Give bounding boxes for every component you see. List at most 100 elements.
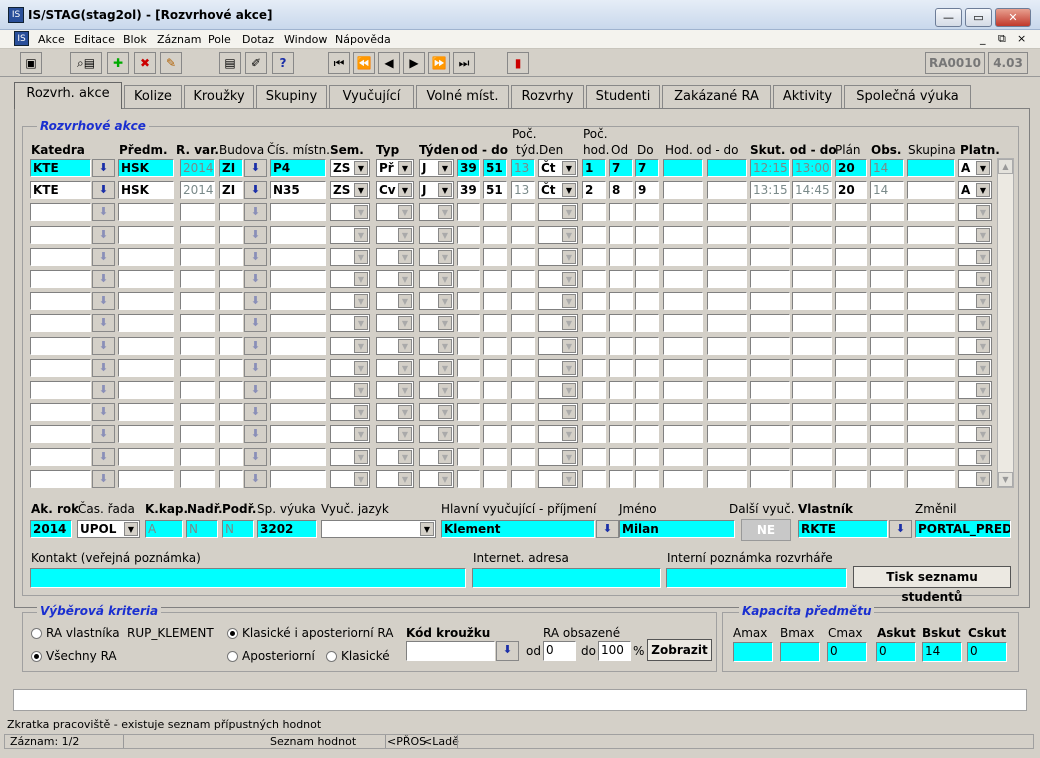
grid-cell-od[interactable] bbox=[457, 403, 480, 421]
grid-cell-hod_do[interactable] bbox=[707, 448, 747, 466]
grid-cell-do[interactable] bbox=[483, 448, 507, 466]
grid-select-tyden[interactable]: ▼ bbox=[419, 425, 454, 443]
grid-cell-poc_hod[interactable] bbox=[582, 203, 606, 221]
nadr-field[interactable]: N bbox=[186, 520, 218, 538]
grid-select-tyden[interactable]: ▼ bbox=[419, 292, 454, 310]
grid-select-sem[interactable]: ▼ bbox=[330, 292, 370, 310]
grid-cell-od[interactable] bbox=[457, 203, 480, 221]
menu-blok[interactable]: Blok bbox=[123, 33, 147, 46]
grid-cell-do[interactable] bbox=[483, 203, 507, 221]
grid-cell-h_od[interactable] bbox=[609, 248, 633, 266]
grid-cell-budova[interactable] bbox=[219, 292, 243, 310]
grid-cell-plan[interactable] bbox=[835, 226, 867, 244]
chevron-down-icon[interactable]: ▼ bbox=[438, 294, 452, 308]
grid-cell-budova[interactable] bbox=[219, 403, 243, 421]
grid-select-sem[interactable]: ▼ bbox=[330, 425, 370, 443]
grid-cell-mistn[interactable] bbox=[270, 381, 326, 399]
grid-cell-skut_do[interactable] bbox=[792, 314, 832, 332]
chevron-down-icon[interactable]: ▼ bbox=[438, 228, 452, 242]
grid-select-platn[interactable]: ▼ bbox=[958, 337, 992, 355]
chevron-down-icon[interactable]: ▼ bbox=[354, 427, 368, 441]
chevron-down-icon[interactable]: ▼ bbox=[562, 427, 576, 441]
kod-krouzku-field[interactable] bbox=[406, 641, 495, 661]
grid-cell-do[interactable] bbox=[483, 403, 507, 421]
grid-cell-katedra[interactable] bbox=[30, 314, 91, 332]
grid-cell-do[interactable] bbox=[483, 314, 507, 332]
lov-arrow-icon[interactable]: ⬇ bbox=[244, 292, 267, 310]
grid-cell-mistn[interactable] bbox=[270, 248, 326, 266]
grid-select-den[interactable]: ▼ bbox=[538, 425, 578, 443]
bmax-field[interactable] bbox=[780, 642, 820, 662]
next-block-icon[interactable]: ⏩ bbox=[428, 52, 450, 74]
lov-arrow-icon[interactable]: ⬇ bbox=[244, 403, 267, 421]
minimize-icon[interactable]: — bbox=[935, 8, 962, 27]
grid-cell-budova[interactable] bbox=[219, 381, 243, 399]
grid-cell-skut_do[interactable] bbox=[792, 425, 832, 443]
grid-cell-od[interactable] bbox=[457, 314, 480, 332]
grid-cell-skut_do[interactable] bbox=[792, 270, 832, 288]
chevron-down-icon[interactable]: ▼ bbox=[398, 228, 412, 242]
grid-cell-predm[interactable]: HSK bbox=[118, 159, 174, 177]
grid-cell-budova[interactable]: ZI bbox=[219, 181, 243, 199]
grid-cell-budova[interactable] bbox=[219, 359, 243, 377]
chevron-down-icon[interactable]: ▼ bbox=[398, 472, 412, 486]
grid-cell-plan[interactable] bbox=[835, 425, 867, 443]
grid-cell-mistn[interactable] bbox=[270, 270, 326, 288]
grid-cell-skupina[interactable] bbox=[907, 359, 955, 377]
grid-cell-plan[interactable]: 20 bbox=[835, 159, 867, 177]
grid-cell-plan[interactable] bbox=[835, 448, 867, 466]
grid-select-tyden[interactable]: ▼ bbox=[419, 248, 454, 266]
grid-cell-plan[interactable] bbox=[835, 470, 867, 488]
chevron-down-icon[interactable]: ▼ bbox=[438, 405, 452, 419]
grid-cell-rvar[interactable] bbox=[180, 470, 215, 488]
grid-cell-do[interactable] bbox=[483, 359, 507, 377]
menu-dotaz[interactable]: Dotaz bbox=[242, 33, 274, 46]
grid-cell-do[interactable] bbox=[483, 270, 507, 288]
grid-select-tyden[interactable]: ▼ bbox=[419, 381, 454, 399]
grid-cell-skupina[interactable] bbox=[907, 448, 955, 466]
grid-cell-do[interactable] bbox=[483, 226, 507, 244]
grid-cell-poc_hod[interactable] bbox=[582, 470, 606, 488]
grid-cell-obs[interactable] bbox=[870, 270, 904, 288]
grid-cell-hod_do[interactable] bbox=[707, 270, 747, 288]
grid-cell-budova[interactable] bbox=[219, 248, 243, 266]
lov-arrow-icon[interactable]: ⬇ bbox=[92, 425, 115, 443]
chevron-down-icon[interactable]: ▼ bbox=[976, 450, 990, 464]
clear-icon[interactable]: ✎ bbox=[160, 52, 182, 74]
chevron-down-icon[interactable]: ▼ bbox=[562, 228, 576, 242]
grid-cell-od[interactable] bbox=[457, 270, 480, 288]
grid-select-typ[interactable]: ▼ bbox=[376, 248, 414, 266]
grid-cell-katedra[interactable] bbox=[30, 337, 91, 355]
chevron-down-icon[interactable]: ▼ bbox=[562, 450, 576, 464]
grid-cell-poc_tyd[interactable] bbox=[511, 470, 535, 488]
grid-cell-skut_do[interactable] bbox=[792, 448, 832, 466]
lov-arrow-icon[interactable]: ⬇ bbox=[92, 292, 115, 310]
delete-record-icon[interactable]: ✖ bbox=[134, 52, 156, 74]
ra-obsazene-od-field[interactable]: 0 bbox=[543, 641, 576, 661]
grid-cell-poc_tyd[interactable] bbox=[511, 425, 535, 443]
prev-block-icon[interactable]: ⏪ bbox=[353, 52, 375, 74]
grid-cell-skupina[interactable] bbox=[907, 292, 955, 310]
grid-cell-h_od[interactable] bbox=[609, 470, 633, 488]
grid-cell-mistn[interactable] bbox=[270, 403, 326, 421]
grid-cell-h_do[interactable]: 9 bbox=[635, 181, 659, 199]
grid-cell-skut_od[interactable]: 13:15 bbox=[750, 181, 790, 199]
grid-select-platn[interactable]: ▼ bbox=[958, 425, 992, 443]
grid-cell-skut_od[interactable] bbox=[750, 248, 790, 266]
grid-cell-h_do[interactable] bbox=[635, 337, 659, 355]
grid-cell-h_do[interactable]: 7 bbox=[635, 159, 659, 177]
grid-cell-skut_do[interactable] bbox=[792, 203, 832, 221]
grid-select-sem[interactable]: ▼ bbox=[330, 203, 370, 221]
radio-vsechny-ra[interactable] bbox=[31, 651, 42, 662]
grid-select-sem[interactable]: ▼ bbox=[330, 448, 370, 466]
grid-cell-od[interactable]: 39 bbox=[457, 181, 480, 199]
grid-select-den[interactable]: Čt ▼ bbox=[538, 159, 578, 177]
kontakt-field[interactable] bbox=[30, 568, 466, 588]
grid-cell-skut_od[interactable] bbox=[750, 381, 790, 399]
chevron-down-icon[interactable]: ▼ bbox=[398, 272, 412, 286]
chevron-down-icon[interactable]: ▼ bbox=[354, 294, 368, 308]
grid-cell-skut_od[interactable] bbox=[750, 337, 790, 355]
lov-arrow-icon[interactable]: ⬇ bbox=[244, 381, 267, 399]
last-record-icon[interactable]: ⏭ bbox=[453, 52, 475, 74]
grid-cell-h_do[interactable] bbox=[635, 448, 659, 466]
